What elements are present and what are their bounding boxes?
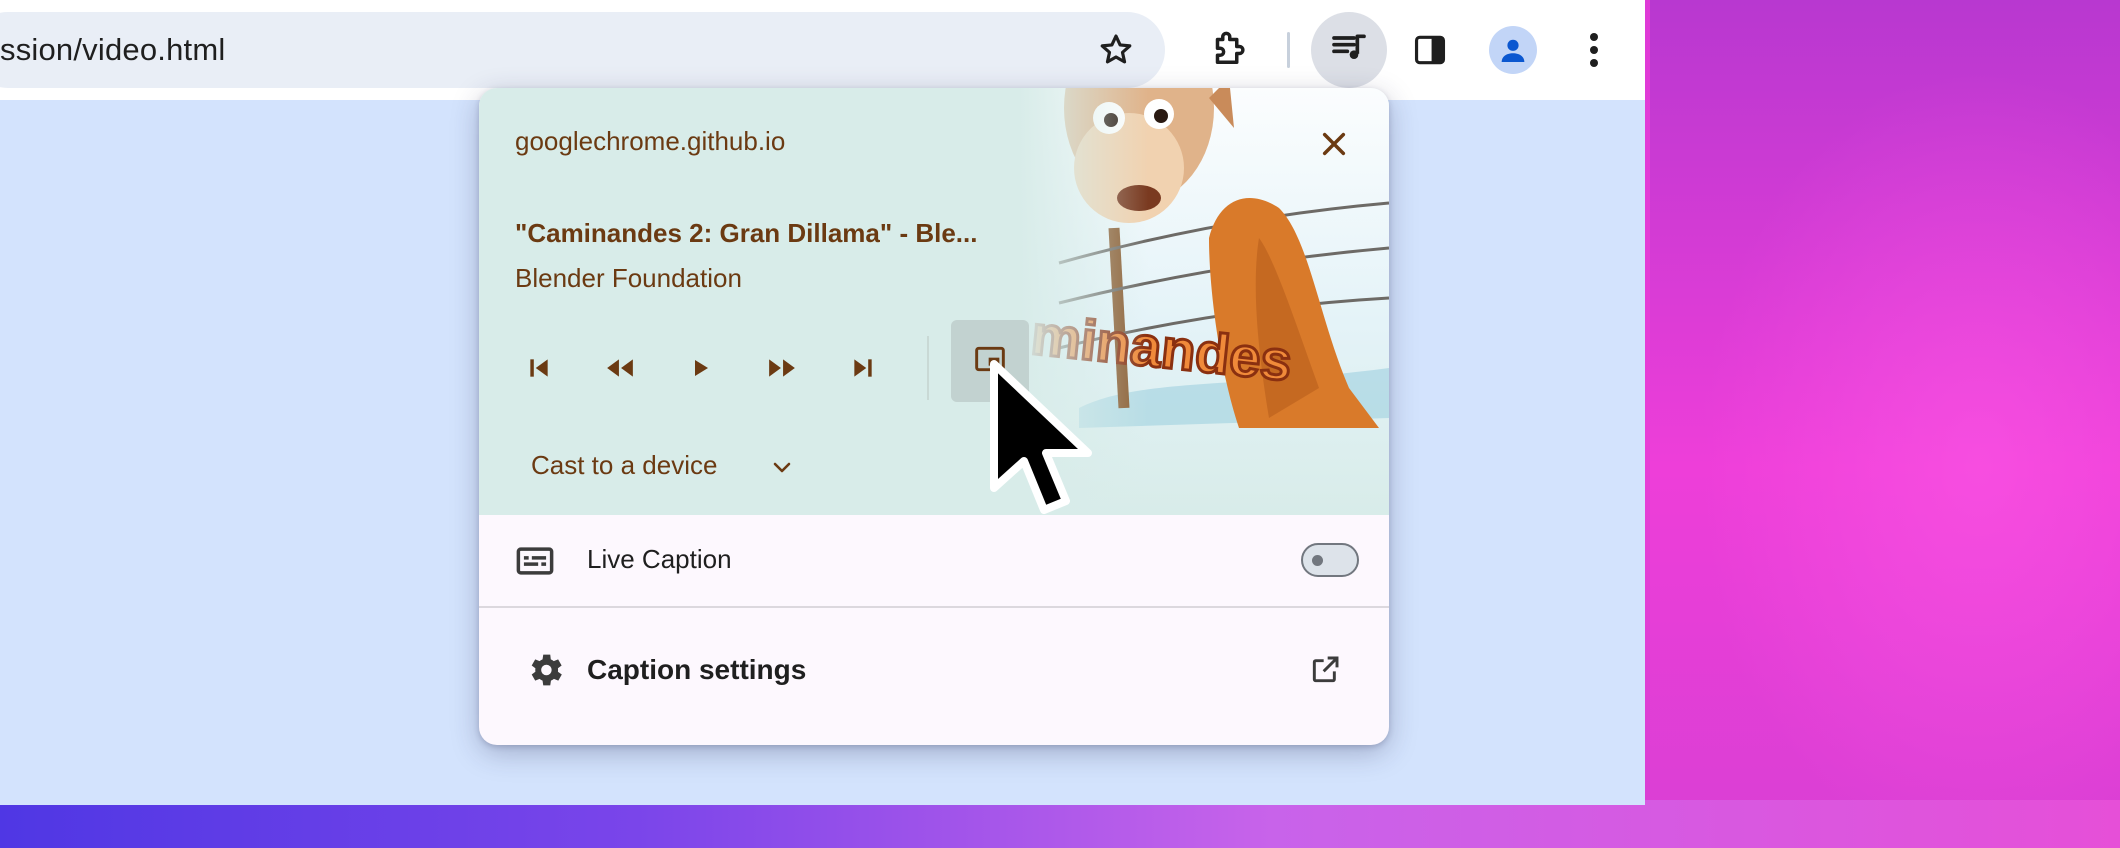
more-vert-icon[interactable] xyxy=(1568,24,1620,76)
skip-next-icon xyxy=(850,355,876,386)
media-controls-button[interactable] xyxy=(1311,12,1387,88)
toggle-knob xyxy=(1312,555,1323,566)
seek-forward-button[interactable] xyxy=(756,344,808,396)
play-icon xyxy=(690,356,712,385)
gear-icon xyxy=(523,648,567,692)
skip-previous-icon xyxy=(526,355,552,386)
controls-separator xyxy=(927,336,929,400)
cast-to-device-label[interactable]: Cast to a device xyxy=(531,450,717,481)
fast-rewind-icon xyxy=(605,355,635,386)
toolbar-separator xyxy=(1287,32,1290,68)
extensions-icon[interactable] xyxy=(1202,24,1254,76)
media-item: minandes googlechrome.github.io "Caminan… xyxy=(479,88,1389,515)
media-title: "Caminandes 2: Gran Dillama" - Ble... xyxy=(515,218,978,248)
profile-avatar-icon[interactable] xyxy=(1489,26,1537,74)
star-icon[interactable] xyxy=(1097,31,1135,69)
media-controls-icon xyxy=(1329,28,1369,73)
taskbar-gradient xyxy=(0,800,2120,848)
chevron-down-icon[interactable] xyxy=(765,450,799,484)
next-track-button[interactable] xyxy=(837,344,889,396)
media-artist: Blender Foundation xyxy=(515,263,742,293)
desktop-background xyxy=(1650,0,2120,848)
close-icon xyxy=(1320,130,1348,163)
media-origin: googlechrome.github.io xyxy=(515,126,786,156)
live-caption-label: Live Caption xyxy=(587,544,732,574)
caption-settings-row[interactable]: Caption settings xyxy=(479,608,1389,745)
play-button[interactable] xyxy=(675,344,727,396)
caption-settings-label: Caption settings xyxy=(587,654,807,685)
browser-toolbar: ssion/video.html xyxy=(0,0,1645,100)
live-caption-row[interactable]: Live Caption xyxy=(479,515,1389,605)
close-button[interactable] xyxy=(1312,124,1356,168)
url-text[interactable]: ssion/video.html xyxy=(0,12,225,88)
previous-track-button[interactable] xyxy=(513,344,565,396)
fast-forward-icon xyxy=(767,355,797,386)
open-in-new-icon[interactable] xyxy=(1305,650,1345,690)
closed-caption-icon xyxy=(515,541,555,581)
live-caption-toggle[interactable] xyxy=(1301,543,1359,577)
mouse-cursor-icon xyxy=(988,358,1103,528)
global-media-controls-dialog: minandes googlechrome.github.io "Caminan… xyxy=(479,88,1389,745)
seek-backward-button[interactable] xyxy=(594,344,646,396)
side-panel-icon[interactable] xyxy=(1404,24,1456,76)
address-bar[interactable]: ssion/video.html xyxy=(0,12,1165,88)
browser-window: ssion/video.html googlechrome.github.io … xyxy=(0,0,1645,805)
